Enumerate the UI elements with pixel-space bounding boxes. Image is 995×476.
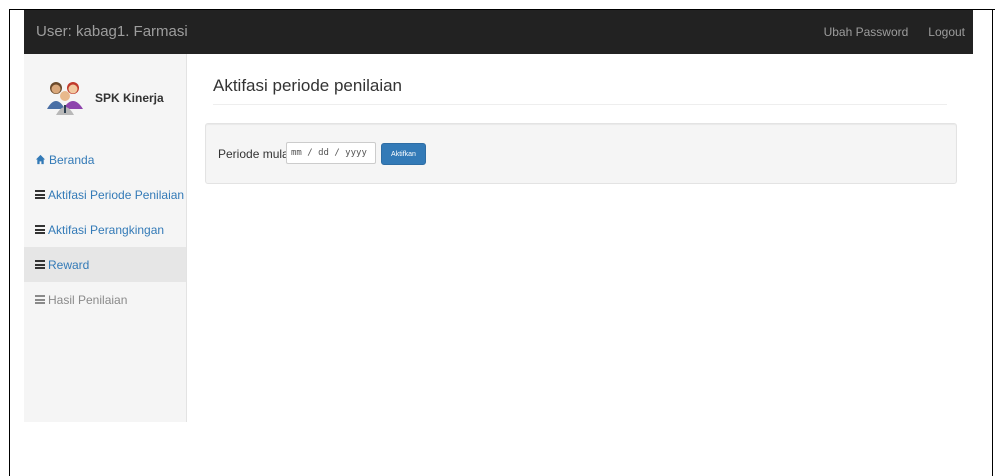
- top-navbar: User: kabag1. Farmasi Ubah Password Logo…: [24, 10, 973, 54]
- list-icon: [35, 225, 45, 234]
- user-label: User: kabag1. Farmasi: [36, 23, 188, 40]
- sidebar-item-hasil-penilaian[interactable]: Hasil Penilaian: [24, 282, 186, 317]
- sidebar: SPK Kinerja Beranda Aktifasi Periode Pen…: [24, 54, 187, 422]
- sidebar-item-label: Hasil Penilaian: [48, 292, 128, 307]
- period-form-panel: Periode mulai: mm / dd / yyyy Aktifkan: [205, 123, 957, 184]
- sidebar-item-label: Aktifasi Periode Penilaian: [48, 187, 185, 202]
- period-start-label: Periode mulai:: [218, 147, 295, 161]
- change-password-link[interactable]: Ubah Password: [814, 25, 919, 39]
- document-frame-right: [992, 9, 993, 476]
- app-name: SPK Kinerja: [95, 91, 164, 105]
- activate-button[interactable]: Aktifkan: [381, 143, 426, 165]
- sidebar-item-beranda[interactable]: Beranda: [24, 142, 186, 177]
- logout-link[interactable]: Logout: [918, 25, 973, 39]
- users-logo-icon: [47, 82, 83, 115]
- period-start-date-input[interactable]: mm / dd / yyyy: [286, 142, 376, 164]
- title-divider: [213, 104, 947, 105]
- app-logo: SPK Kinerja: [24, 54, 186, 142]
- sidebar-item-label: Beranda: [49, 152, 95, 167]
- sidebar-item-label: Reward: [48, 257, 90, 272]
- sidebar-item-reward[interactable]: Reward: [24, 247, 186, 282]
- navbar-links: Ubah Password Logout: [814, 10, 973, 54]
- list-icon: [35, 295, 45, 304]
- home-icon: [35, 154, 46, 165]
- sidebar-item-aktifasi-perangkingan[interactable]: Aktifasi Perangkingan: [24, 212, 186, 247]
- list-icon: [35, 260, 45, 269]
- page-title: Aktifasi periode penilaian: [213, 76, 403, 95]
- app-window: User: kabag1. Farmasi Ubah Password Logo…: [24, 10, 973, 422]
- sidebar-item-aktifasi-periode[interactable]: Aktifasi Periode Penilaian: [24, 177, 186, 212]
- document-frame-left: [9, 9, 10, 476]
- sidebar-item-label: Aktifasi Perangkingan: [48, 222, 165, 237]
- list-icon: [35, 190, 45, 199]
